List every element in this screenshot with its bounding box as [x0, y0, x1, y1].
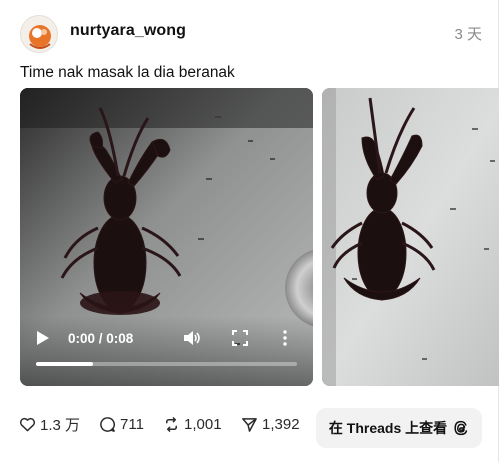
repost-count: 1,001	[184, 415, 222, 433]
username[interactable]: nurtyara_wong	[70, 22, 186, 40]
reply-count: 711	[120, 415, 144, 433]
volume-icon[interactable]	[183, 330, 201, 346]
threads-post-card: nurtyara_wong 3 天 Time nak masak la dia …	[0, 0, 499, 462]
crayfish-image-2	[322, 88, 499, 386]
video-progress-fill	[36, 362, 94, 366]
share-button[interactable]: 1,392	[241, 412, 300, 436]
repost-icon	[166, 416, 177, 432]
share-icon	[242, 417, 257, 432]
video-player[interactable]: 0:00 / 0:08	[20, 88, 313, 386]
like-count: 1.3 万	[40, 416, 81, 434]
avatar[interactable]	[20, 15, 58, 53]
post-image-2[interactable]	[322, 88, 499, 386]
open-in-threads-button[interactable]: 在 Threads 上查看	[316, 408, 482, 448]
video-progress-bar[interactable]	[36, 362, 297, 366]
more-icon[interactable]	[282, 330, 288, 346]
post-actions: 1.3 万 711 1,001 1,392	[0, 412, 320, 436]
fullscreen-icon[interactable]	[232, 330, 248, 346]
reply-button[interactable]: 711	[99, 412, 144, 436]
share-count: 1,392	[262, 415, 300, 433]
avatar-image	[21, 16, 57, 52]
post-time[interactable]: 3 天	[454, 23, 482, 44]
play-icon[interactable]	[36, 330, 50, 346]
video-time-readout: 0:00 / 0:08	[68, 331, 134, 346]
like-button[interactable]: 1.3 万	[19, 412, 80, 436]
video-controls: 0:00 / 0:08	[20, 316, 313, 386]
post-caption: Time nak masak la dia beranak	[20, 64, 235, 81]
repost-button[interactable]: 1,001	[163, 412, 222, 436]
heart-icon	[19, 417, 36, 431]
comment-icon	[100, 416, 115, 432]
threads-logo-icon	[454, 420, 468, 436]
open-in-threads-label: 在 Threads 上查看	[328, 420, 448, 436]
